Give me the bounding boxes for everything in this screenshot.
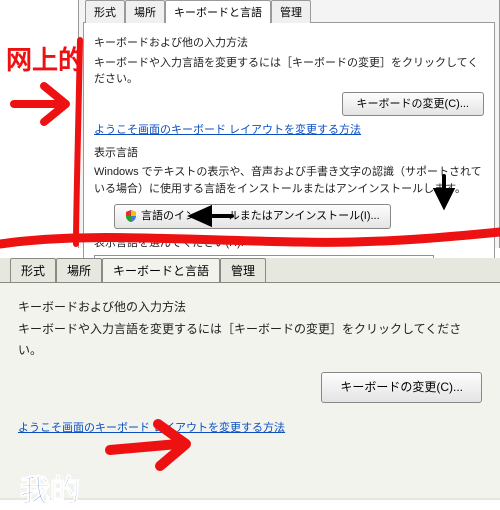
upper-tabs: 形式 場所 キーボードと言語 管理 (79, 0, 499, 22)
kb-section-head: キーボードおよび他の入力方法 (94, 35, 484, 52)
tab-admin[interactable]: 管理 (220, 258, 266, 282)
tab-keyboard-language[interactable]: キーボードと言語 (102, 258, 220, 282)
lower-screenshot: 形式 場所 キーボードと言語 管理 キーボードおよび他の入力方法 キーボードや入… (0, 258, 500, 500)
choose-lang-label: 表示言語を選んでください(H): (94, 235, 484, 252)
lower-tab-body: キーボードおよび他の入力方法 キーボードや入力言語を変更するには［キーボードの変… (0, 282, 500, 498)
tab-admin[interactable]: 管理 (271, 0, 311, 23)
shield-icon (125, 210, 137, 222)
tab-location[interactable]: 場所 (125, 0, 165, 23)
display-lang-head: 表示言語 (94, 145, 484, 162)
arrow-right-icon (14, 86, 66, 122)
lower-tabs: 形式 場所 キーボードと言語 管理 (0, 258, 500, 282)
kb-section-head: キーボードおよび他の入力方法 (18, 297, 482, 319)
kb-section-desc: キーボードや入力言語を変更するには［キーボードの変更］をクリックしてください。 (94, 55, 484, 88)
install-language-button[interactable]: 言語のインストールまたはアンインストール(I)... (114, 204, 391, 229)
annotation-online: 网上的 (6, 40, 84, 77)
display-lang-desc: Windows でテキストの表示や、音声および手書き文字の認識（サポートされてい… (94, 164, 484, 197)
tab-format[interactable]: 形式 (85, 0, 125, 23)
install-language-label: 言語のインストールまたはアンインストール(I)... (141, 208, 380, 225)
change-keyboard-button[interactable]: キーボードの変更(C)... (342, 92, 484, 117)
welcome-layout-link[interactable]: ようこそ画面のキーボード レイアウトを変更する方法 (94, 122, 484, 139)
change-keyboard-button[interactable]: キーボードの変更(C)... (321, 372, 482, 404)
upper-screenshot: 形式 場所 キーボードと言語 管理 キーボードおよび他の入力方法 キーボードや入… (78, 0, 500, 248)
welcome-layout-link[interactable]: ようこそ画面のキーボード レイアウトを変更する方法 (18, 419, 285, 439)
tab-location[interactable]: 場所 (56, 258, 102, 282)
tab-keyboard-language[interactable]: キーボードと言語 (165, 0, 271, 23)
tab-format[interactable]: 形式 (10, 258, 56, 282)
kb-section-desc: キーボードや入力言語を変更するには［キーボードの変更］をクリックしてください。 (18, 319, 482, 362)
